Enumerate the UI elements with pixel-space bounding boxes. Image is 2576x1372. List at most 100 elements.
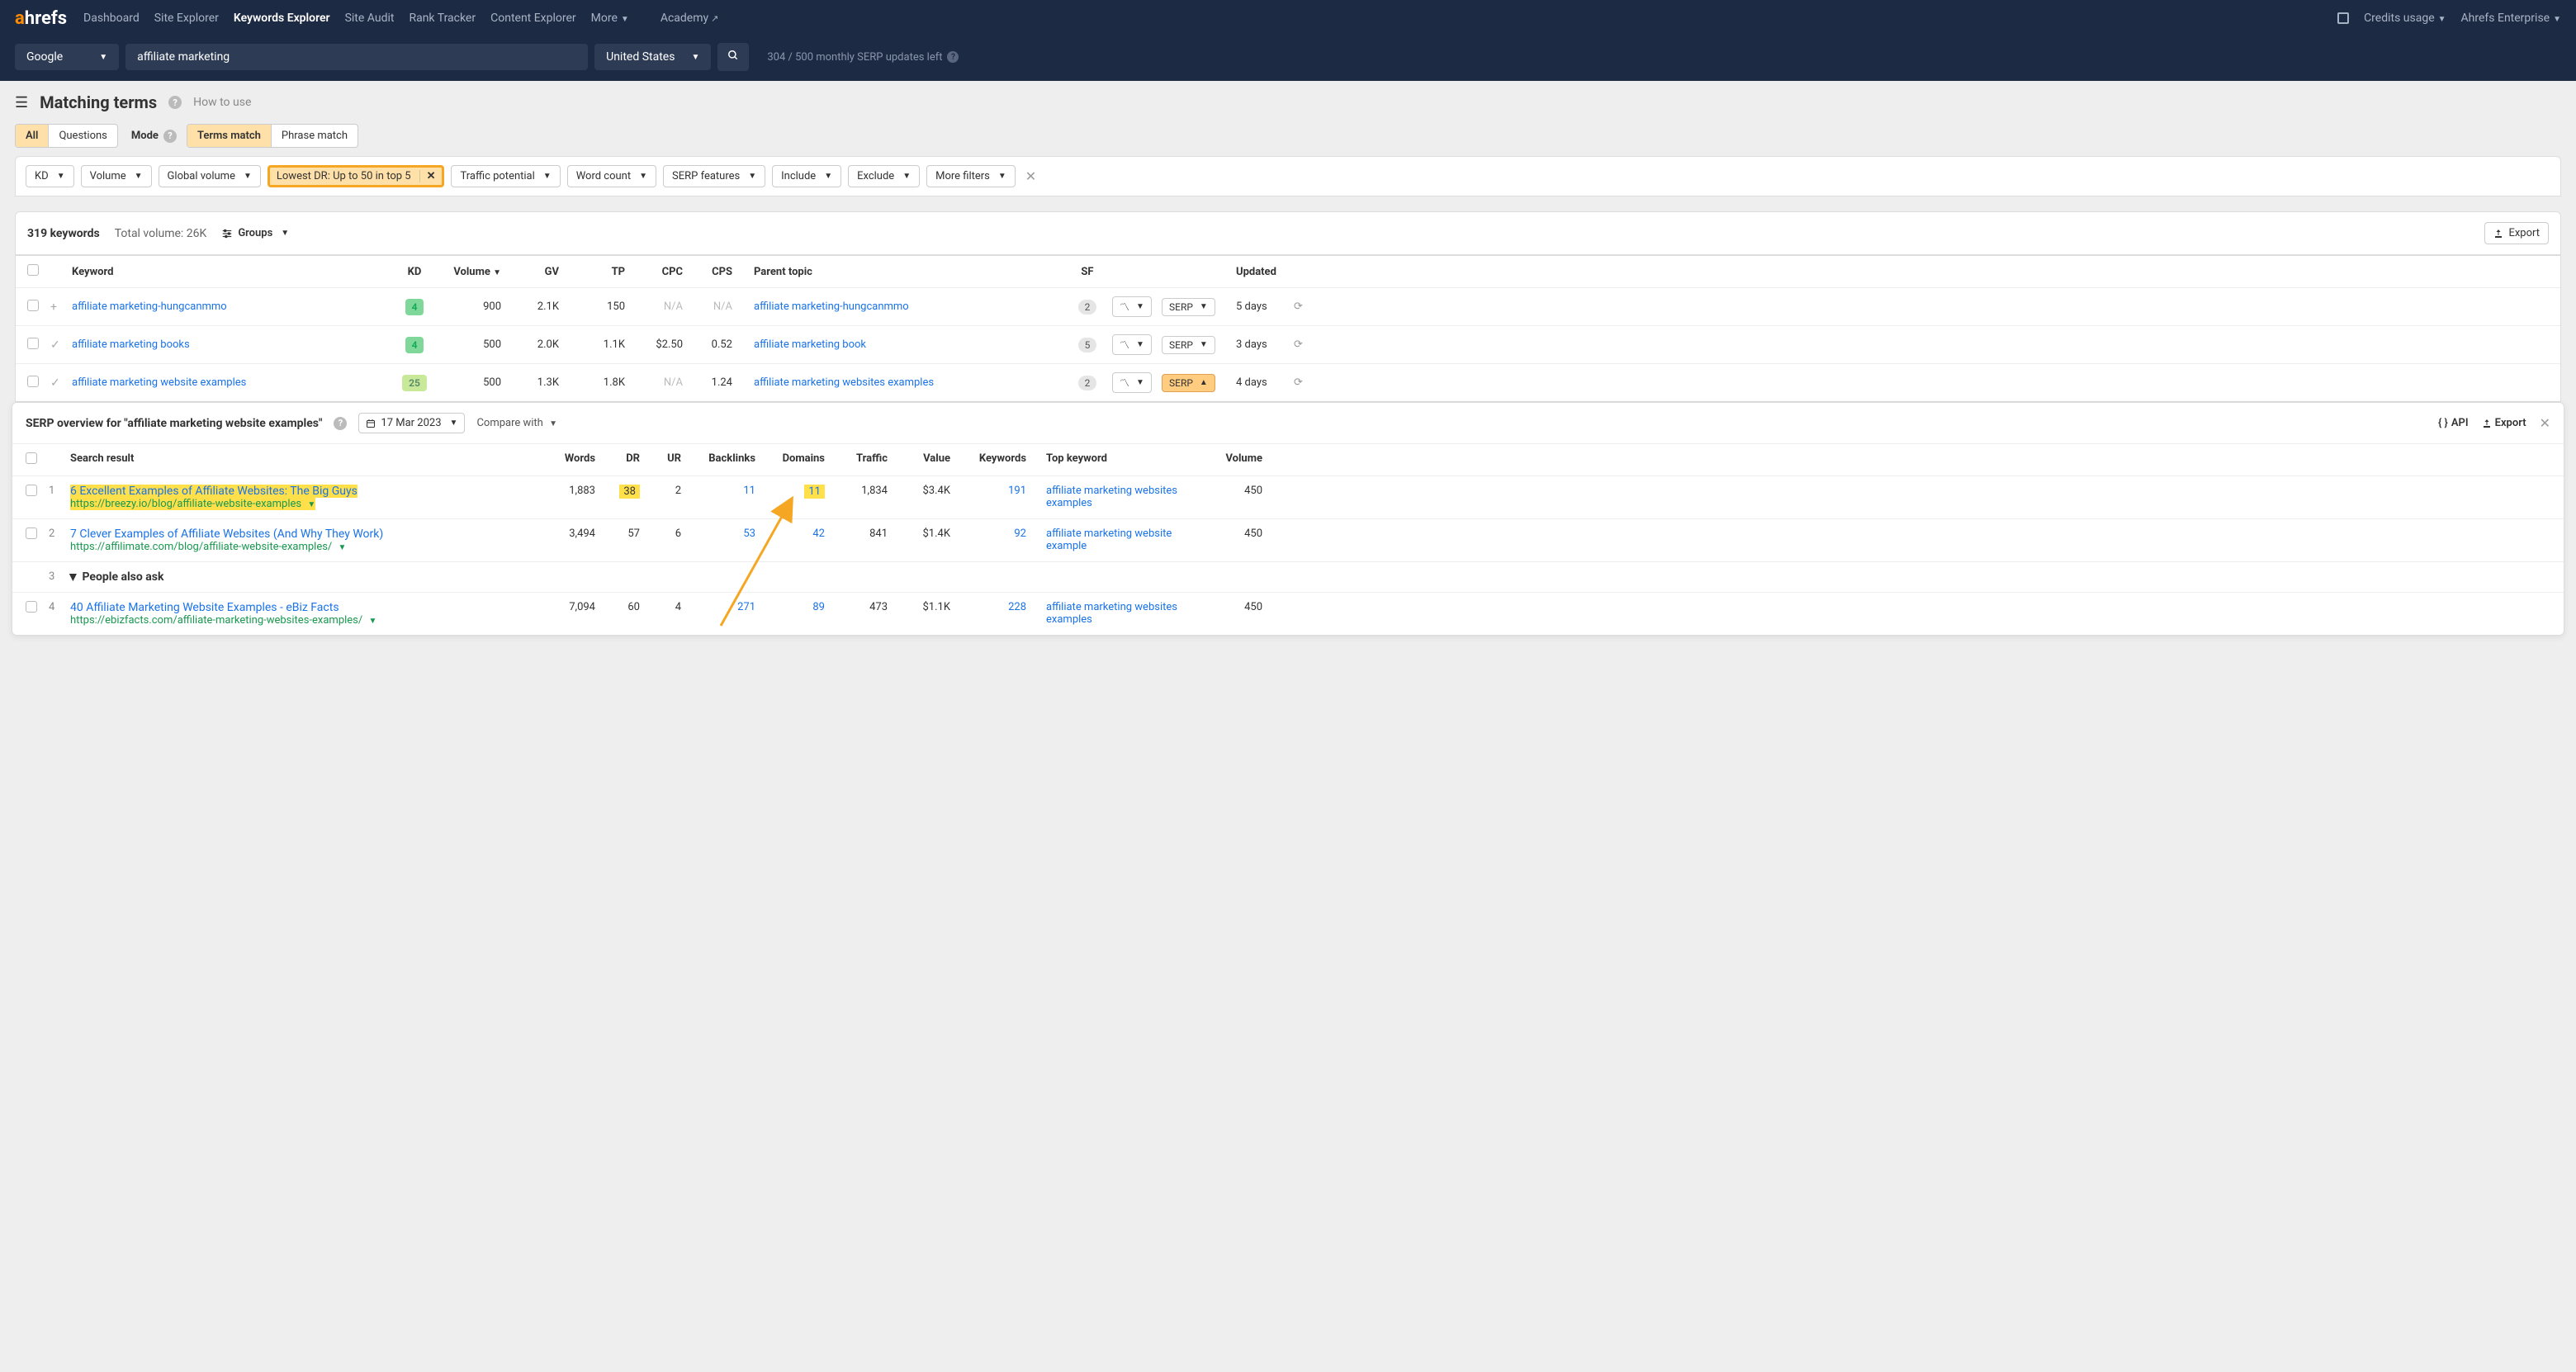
col-cpc[interactable]: CPC [633, 266, 683, 278]
refresh-icon[interactable]: ⟳ [1294, 338, 1303, 351]
col-top-keyword[interactable]: Top keyword [1035, 452, 1200, 465]
cell-domains[interactable]: 11 [764, 485, 825, 499]
date-picker[interactable]: 17 Mar 2023▼ [358, 413, 465, 433]
cell-backlinks[interactable]: 271 [689, 601, 755, 613]
keyword-input[interactable]: affiliate marketing [125, 44, 588, 70]
cell-keywords[interactable]: 92 [959, 528, 1026, 540]
filter-word-count[interactable]: Word count▼ [567, 165, 656, 187]
keyword-link[interactable]: affiliate marketing website examples [72, 376, 246, 389]
col-traffic[interactable]: Traffic [833, 452, 888, 465]
credits-usage[interactable]: Credits usage▼ [2364, 12, 2446, 25]
serp-row-checkbox[interactable] [26, 485, 37, 496]
export-button[interactable]: Export [2484, 222, 2549, 244]
expand-icon[interactable]: ✓ [50, 376, 60, 390]
nav-more[interactable]: More▼ [591, 12, 629, 25]
refresh-icon[interactable]: ⟳ [1294, 300, 1303, 313]
groups-toggle[interactable]: Groups▼ [221, 227, 289, 239]
sf-badge[interactable]: 5 [1078, 338, 1097, 352]
nav-rank-tracker[interactable]: Rank Tracker [409, 12, 476, 25]
people-also-ask[interactable]: ▶People also ask [70, 570, 163, 584]
col-search-result[interactable]: Search result [70, 452, 533, 465]
sf-badge[interactable]: 2 [1078, 376, 1097, 390]
cell-domains[interactable]: 42 [764, 528, 825, 540]
select-all-serp-checkbox[interactable] [26, 452, 37, 464]
col-domains[interactable]: Domains [764, 452, 825, 465]
col-volume[interactable]: Volume ▼ [443, 266, 501, 278]
sf-badge[interactable]: 2 [1078, 300, 1097, 315]
nav-site-audit[interactable]: Site Audit [345, 12, 395, 25]
account-menu[interactable]: Ahrefs Enterprise▼ [2461, 12, 2561, 25]
col-sf[interactable]: SF [1071, 266, 1104, 278]
close-icon[interactable]: ✕ [2540, 415, 2550, 431]
help-icon[interactable]: ? [334, 417, 347, 430]
col-words[interactable]: Words [541, 452, 595, 465]
logo[interactable]: ahrefs [15, 8, 67, 29]
remove-filter-icon[interactable]: ✕ [419, 170, 436, 182]
expand-icon[interactable]: ✓ [50, 338, 60, 352]
nav-keywords-explorer[interactable]: Keywords Explorer [234, 12, 330, 25]
col-gv[interactable]: GV [509, 266, 559, 278]
filter-exclude[interactable]: Exclude▼ [848, 165, 920, 187]
tab-questions[interactable]: Questions [49, 125, 116, 147]
top-keyword-link[interactable]: affiliate marketing website example [1046, 528, 1172, 552]
tab-all[interactable]: All [16, 125, 49, 147]
top-keyword-link[interactable]: affiliate marketing websites examples [1046, 485, 1177, 509]
expand-icon[interactable]: + [50, 300, 57, 314]
serp-button[interactable]: SERP ▲ [1162, 374, 1215, 392]
serp-button[interactable]: SERP ▼ [1162, 298, 1215, 316]
refresh-icon[interactable]: ⟳ [1294, 376, 1303, 389]
cell-keywords[interactable]: 191 [959, 485, 1026, 497]
search-result[interactable]: 7 Clever Examples of Affiliate Websites … [70, 528, 533, 553]
parent-topic-link[interactable]: affiliate marketing book [754, 338, 866, 351]
filter-include[interactable]: Include▼ [772, 165, 841, 187]
help-icon[interactable]: ? [168, 96, 182, 109]
col-updated[interactable]: Updated [1236, 266, 1286, 278]
filter-volume[interactable]: Volume▼ [81, 165, 152, 187]
filter-serp-features[interactable]: SERP features▼ [663, 165, 765, 187]
col-tp[interactable]: TP [567, 266, 625, 278]
trend-button[interactable]: 〽 ▼ [1112, 296, 1152, 317]
trend-button[interactable]: 〽 ▼ [1112, 372, 1152, 393]
serp-export-button[interactable]: Export [2482, 417, 2526, 429]
parent-topic-link[interactable]: affiliate marketing websites examples [754, 376, 934, 389]
col-backlinks[interactable]: Backlinks [689, 452, 755, 465]
country-select[interactable]: United States▼ [594, 44, 711, 70]
keyword-link[interactable]: affiliate marketing books [72, 338, 190, 351]
help-icon[interactable]: ? [163, 130, 177, 143]
cell-domains[interactable]: 89 [764, 601, 825, 613]
col-keyword[interactable]: Keyword [72, 266, 386, 278]
filter-lowest-dr-active[interactable]: Lowest DR: Up to 50 in top 5✕ [268, 165, 445, 187]
search-button[interactable] [717, 43, 749, 71]
filter-kd[interactable]: KD▼ [26, 165, 74, 187]
col-ur[interactable]: UR [648, 452, 681, 465]
row-checkbox[interactable] [27, 338, 39, 349]
how-to-use-link[interactable]: How to use [193, 96, 251, 109]
row-checkbox[interactable] [27, 376, 39, 387]
filter-global-volume[interactable]: Global volume▼ [159, 165, 261, 187]
top-keyword-link[interactable]: affiliate marketing websites examples [1046, 601, 1177, 626]
parent-topic-link[interactable]: affiliate marketing-hungcanmmo [754, 300, 909, 313]
search-result[interactable]: 6 Excellent Examples of Affiliate Websit… [70, 485, 533, 510]
nav-dashboard[interactable]: Dashboard [83, 12, 140, 25]
col-cps[interactable]: CPS [691, 266, 732, 278]
select-all-checkbox[interactable] [27, 264, 39, 276]
nav-site-explorer[interactable]: Site Explorer [154, 12, 219, 25]
col-volume[interactable]: Volume [1208, 452, 1262, 465]
col-dr[interactable]: DR [604, 452, 640, 465]
help-icon[interactable]: ? [947, 51, 959, 63]
sidebar-toggle-icon[interactable]: ☰ [15, 94, 28, 111]
serp-button[interactable]: SERP ▼ [1162, 336, 1215, 354]
col-keywords[interactable]: Keywords [959, 452, 1026, 465]
search-engine-select[interactable]: Google▼ [15, 44, 119, 70]
appearance-icon[interactable] [2337, 12, 2349, 24]
api-button[interactable]: { }API [2438, 417, 2469, 429]
filter-more[interactable]: More filters▼ [926, 165, 1016, 187]
cell-keywords[interactable]: 228 [959, 601, 1026, 613]
row-checkbox[interactable] [27, 300, 39, 311]
compare-with[interactable]: Compare with ▼ [476, 417, 557, 429]
cell-backlinks[interactable]: 53 [689, 528, 755, 540]
serp-row-checkbox[interactable] [26, 601, 37, 613]
nav-academy[interactable]: Academy↗ [661, 12, 719, 25]
keyword-link[interactable]: affiliate marketing-hungcanmmo [72, 300, 227, 313]
col-parent-topic[interactable]: Parent topic [741, 266, 1063, 278]
